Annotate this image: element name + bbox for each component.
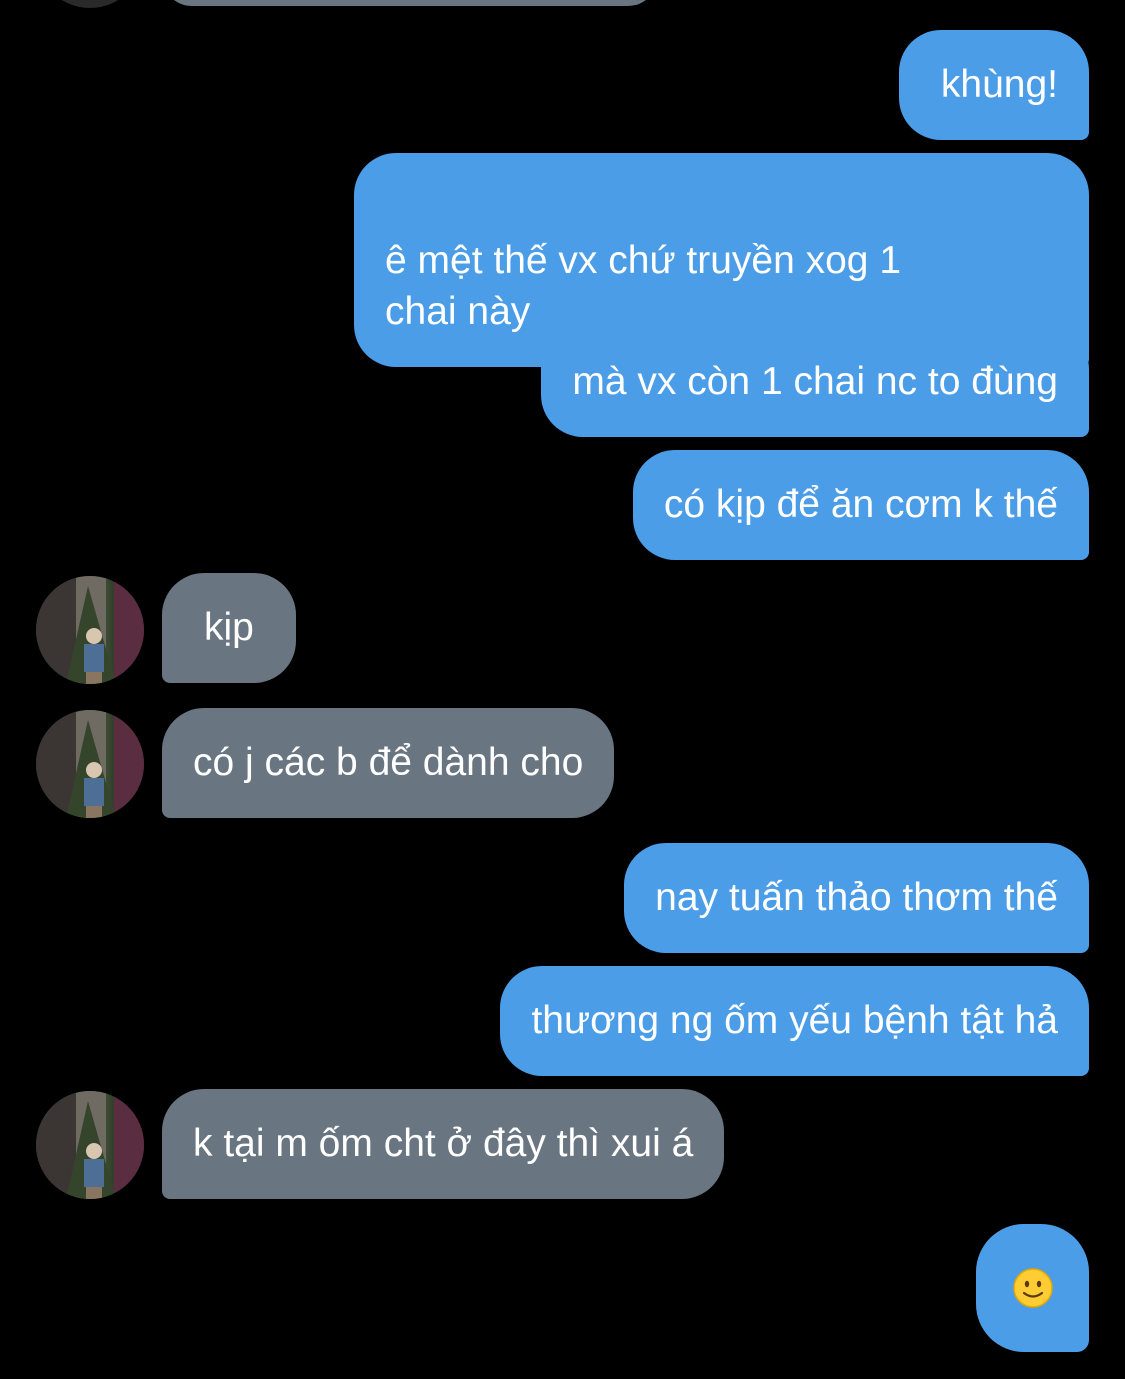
sent-message-bubble[interactable]: nay tuấn thảo thơm thế	[624, 843, 1089, 953]
message-text: có j các b để dành cho	[193, 741, 584, 784]
received-message-bubble[interactable]	[162, 0, 658, 6]
avatar-photo-icon	[36, 710, 144, 818]
sent-message-bubble[interactable]: khùng!	[898, 30, 1089, 140]
message-text: có kịp để ăn cơm k thế	[663, 483, 1058, 526]
message-text: khùng!	[940, 63, 1058, 106]
sent-message-bubble[interactable]: có kịp để ăn cơm k thế	[632, 450, 1089, 560]
avatar[interactable]	[36, 0, 144, 8]
slightly-smiling-face-icon	[1012, 1268, 1053, 1308]
message-text: thương ng ốm yếu bệnh tật hả	[531, 999, 1058, 1042]
sent-message-bubble[interactable]: thương ng ốm yếu bệnh tật hả	[500, 966, 1089, 1076]
received-message-bubble[interactable]: k tại m ốm cht ở đây thì xui á	[162, 1089, 725, 1199]
message-text: nay tuấn thảo thơm thế	[655, 876, 1058, 919]
sent-message-bubble[interactable]: mà vx còn 1 chai nc to đùng	[541, 327, 1089, 437]
message-text: kịp	[204, 606, 254, 649]
sent-emoji-bubble[interactable]	[976, 1224, 1089, 1352]
avatar-photo-icon	[36, 576, 144, 684]
avatar[interactable]	[36, 576, 144, 684]
received-message-bubble[interactable]: có j các b để dành cho	[162, 708, 615, 818]
message-thread: khùng! ê mệt thế vx chứ truyền xog 1 cha…	[0, 0, 1125, 1379]
message-text: k tại m ốm cht ở đây thì xui á	[193, 1122, 694, 1165]
message-text: ê mệt thế vx chứ truyền xog 1 chai này	[385, 239, 902, 333]
avatar[interactable]	[36, 1091, 144, 1199]
avatar-photo-icon	[36, 1091, 144, 1199]
received-message-bubble[interactable]: kịp	[162, 573, 296, 683]
avatar[interactable]	[36, 710, 144, 818]
message-text: mà vx còn 1 chai nc to đùng	[572, 360, 1058, 403]
